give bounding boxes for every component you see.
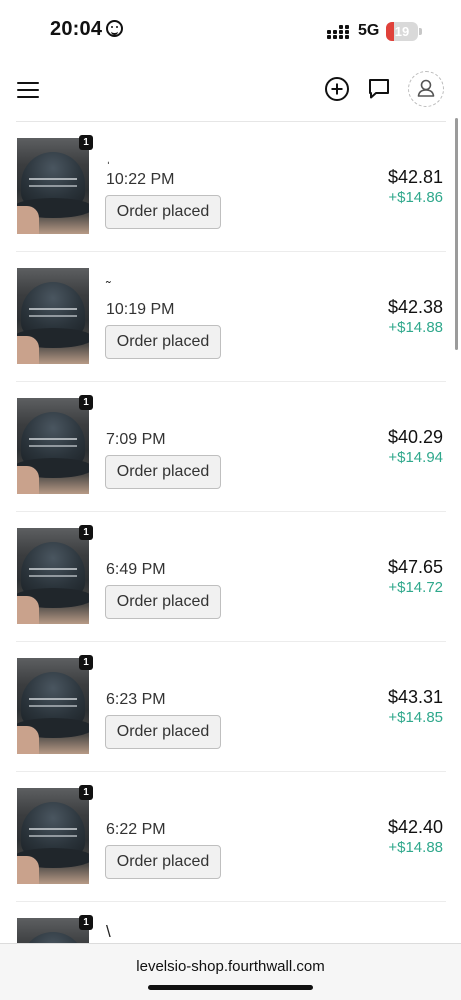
product-thumbnail: [17, 398, 89, 494]
messages-button[interactable]: [367, 77, 391, 101]
order-row[interactable]: 1 \: [0, 902, 461, 944]
product-thumbnail: [17, 138, 89, 234]
order-status-button[interactable]: Order placed: [105, 845, 221, 879]
order-row[interactable]: 1 6:49 PM Order placed $47.65 +$14.72: [0, 512, 461, 642]
order-time: 7:09 PM: [106, 431, 166, 448]
order-time: 10:22 PM: [106, 171, 175, 188]
order-mark: ˌ: [106, 148, 111, 164]
scrollbar[interactable]: [455, 118, 458, 350]
battery-percent: 19: [394, 24, 410, 39]
url-text[interactable]: levelsio-shop.fourthwall.com: [0, 958, 461, 975]
order-status-button[interactable]: Order placed: [105, 455, 221, 489]
order-mark: \: [106, 922, 111, 941]
battery-tip: [419, 28, 422, 35]
browser-url-bar[interactable]: levelsio-shop.fourthwall.com: [0, 943, 461, 1000]
quantity-badge: 1: [79, 655, 93, 670]
product-thumbnail: [17, 528, 89, 624]
quantity-badge: 1: [79, 915, 93, 930]
order-time: 6:23 PM: [106, 691, 166, 708]
home-indicator[interactable]: [148, 985, 313, 990]
order-price: $42.81: [387, 167, 443, 187]
network-label: 5G: [358, 22, 380, 39]
order-status-button[interactable]: Order placed: [105, 325, 221, 359]
order-profit: +$14.85: [388, 709, 443, 726]
status-time: 20:04: [50, 18, 124, 41]
product-thumbnail: [17, 788, 89, 884]
quantity-badge: 1: [79, 525, 93, 540]
order-price: $43.31: [387, 687, 443, 707]
order-row[interactable]: 1 7:09 PM Order placed $40.29 +$14.94: [0, 382, 461, 512]
order-row[interactable]: ˜ 10:19 PM Order placed $42.38 +$14.88: [0, 252, 461, 382]
quantity-badge: 1: [79, 135, 93, 150]
order-profit: +$14.86: [388, 189, 443, 206]
status-bar: 20:04 5G 19: [0, 0, 461, 62]
order-status-button[interactable]: Order placed: [105, 195, 221, 229]
order-mark: ˜: [106, 278, 111, 294]
screen: 20:04 5G 19 1 ˌ 10:22 PM Order placed $4…: [0, 0, 461, 1000]
app-header: [0, 62, 461, 120]
quantity-badge: 1: [79, 395, 93, 410]
order-row[interactable]: 1 ˌ 10:22 PM Order placed $42.81 +$14.86: [0, 122, 461, 252]
battery-icon: 19: [386, 22, 418, 41]
order-profit: +$14.88: [388, 839, 443, 856]
order-time: 6:49 PM: [106, 561, 166, 578]
order-price: $40.29: [387, 427, 443, 447]
order-price: $42.40: [387, 817, 443, 837]
hamburger-menu-icon[interactable]: [17, 80, 39, 98]
account-avatar-button[interactable]: [408, 71, 444, 107]
order-time: 6:22 PM: [106, 821, 166, 838]
chat-bubble-icon: [369, 79, 389, 99]
order-profit: +$14.88: [388, 319, 443, 336]
signal-icon: [327, 25, 351, 39]
plus-circle-icon: [325, 77, 349, 101]
quantity-badge: 1: [79, 785, 93, 800]
order-time: 10:19 PM: [106, 301, 175, 318]
clock-text: 20:04: [50, 18, 103, 40]
order-profit: +$14.94: [388, 449, 443, 466]
smiley-icon: [106, 20, 124, 37]
order-profit: +$14.72: [388, 579, 443, 596]
product-thumbnail: [17, 658, 89, 754]
order-list: 1 ˌ 10:22 PM Order placed $42.81 +$14.86…: [0, 122, 461, 944]
order-row[interactable]: 1 6:23 PM Order placed $43.31 +$14.85: [0, 642, 461, 772]
user-icon: [417, 79, 434, 97]
order-row[interactable]: 1 6:22 PM Order placed $42.40 +$14.88: [0, 772, 461, 902]
order-price: $47.65: [387, 557, 443, 577]
order-status-button[interactable]: Order placed: [105, 585, 221, 619]
order-status-button[interactable]: Order placed: [105, 715, 221, 749]
add-button[interactable]: [324, 76, 350, 102]
product-thumbnail: [17, 268, 89, 364]
order-price: $42.38: [387, 297, 443, 317]
